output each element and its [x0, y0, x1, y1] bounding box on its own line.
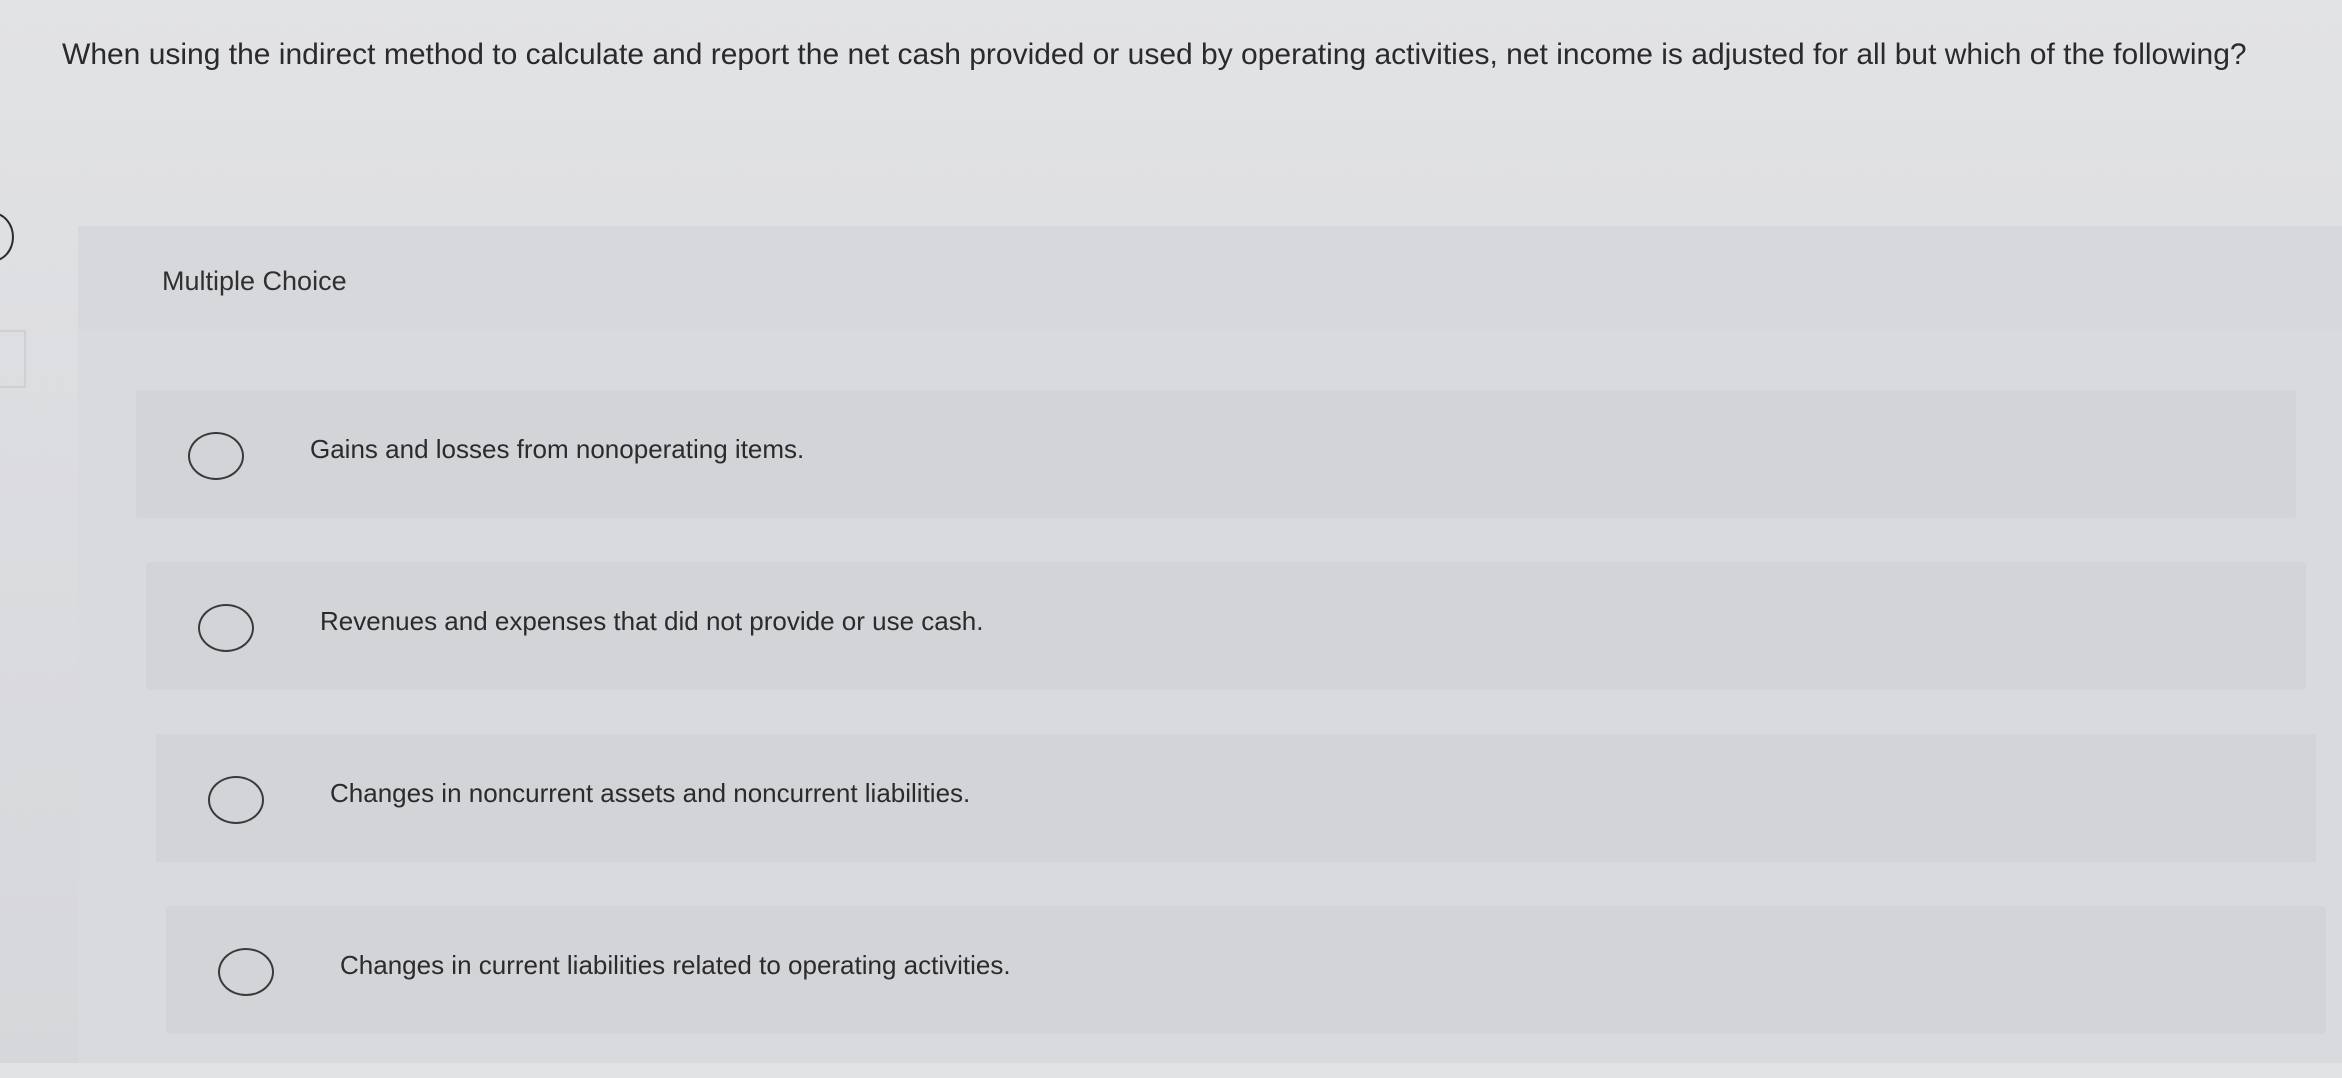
answer-option-b[interactable]: Revenues and expenses that did not provi…: [146, 562, 2306, 690]
side-tab[interactable]: [0, 330, 26, 388]
question-text: When using the indirect method to calcul…: [62, 38, 2247, 71]
radio-icon[interactable]: [208, 776, 264, 824]
answer-options: Gains and losses from nonoperating items…: [136, 390, 2326, 1078]
answer-option-label: Changes in current liabilities related t…: [340, 950, 1011, 980]
radio-icon[interactable]: [198, 604, 254, 652]
answer-option-label: Changes in noncurrent assets and noncurr…: [330, 778, 971, 808]
answer-option-label: Revenues and expenses that did not provi…: [320, 606, 984, 636]
answer-option-d[interactable]: Changes in current liabilities related t…: [166, 906, 2326, 1034]
answer-option-a[interactable]: Gains and losses from nonoperating items…: [136, 390, 2296, 518]
previous-nav-icon[interactable]: [0, 212, 14, 262]
answer-option-label: Gains and losses from nonoperating items…: [310, 434, 805, 464]
answer-option-c[interactable]: Changes in noncurrent assets and noncurr…: [156, 734, 2316, 862]
answer-panel-header: Multiple Choice: [78, 226, 2342, 330]
question-type-label: Multiple Choice: [162, 266, 347, 296]
answer-panel: Multiple Choice Gains and losses from no…: [78, 226, 2342, 1063]
radio-icon[interactable]: [188, 432, 244, 480]
radio-icon[interactable]: [218, 948, 274, 996]
